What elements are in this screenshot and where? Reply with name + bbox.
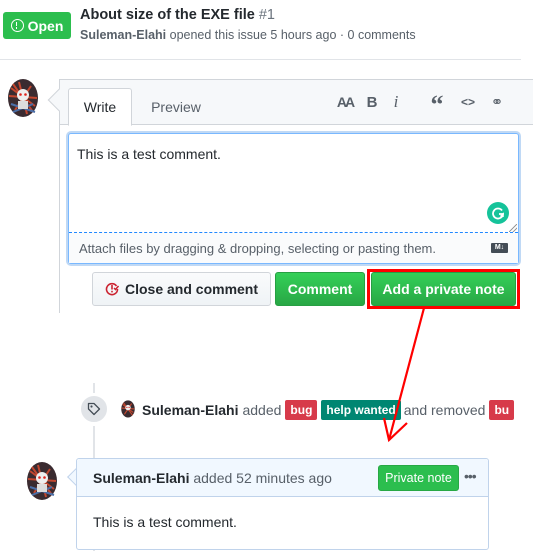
header-divider (0, 59, 521, 60)
annotation-arrow-shaft (387, 307, 426, 441)
private-comment-time[interactable]: added 52 minutes ago (193, 470, 332, 486)
event-badge (79, 394, 109, 424)
event-avatar[interactable] (119, 399, 137, 418)
close-and-comment-button[interactable]: Close and comment (92, 272, 271, 306)
tab-write-label: Write (83, 99, 117, 115)
bold-icon[interactable]: B (364, 93, 380, 111)
text-size-icon[interactable]: AA (335, 93, 355, 111)
comment-textarea[interactable] (69, 134, 518, 232)
comment-editor: Attach files by dragging & dropping, sel… (68, 133, 519, 264)
tab-preview[interactable]: Preview (140, 88, 212, 126)
timeline-line (93, 383, 95, 393)
issue-title: About size of the EXE file #1 (80, 7, 275, 23)
label-event: Suleman-Elahi added bug help wanted and … (142, 400, 515, 420)
issue-closed-icon (105, 282, 119, 296)
label-bug-removed[interactable]: bu (489, 400, 515, 420)
avatar[interactable] (22, 459, 62, 501)
event-action-removed: and removed (403, 402, 486, 418)
issue-title-text: About size of the EXE file (80, 7, 255, 23)
close-and-comment-label: Close and comment (124, 281, 259, 297)
link-icon[interactable]: ⚭ (488, 93, 506, 111)
label-help-wanted[interactable]: help wanted (321, 400, 401, 420)
attach-files-bar[interactable]: Attach files by dragging & dropping, sel… (69, 233, 518, 263)
private-comment-body: This is a test comment. (93, 514, 237, 530)
annotation-highlight-box (367, 269, 520, 309)
private-note-badge: Private note (378, 465, 459, 491)
markdown-icon[interactable]: M↓ (491, 243, 508, 253)
grammarly-icon[interactable] (487, 202, 509, 224)
event-actor-link[interactable]: Suleman-Elahi (142, 402, 238, 418)
avatar[interactable] (3, 76, 43, 118)
private-comment-meta: Suleman-Elahi added 52 minutes ago (93, 470, 332, 486)
issue-opened-icon (10, 19, 24, 32)
comment-button-label: Comment (287, 281, 353, 297)
italic-icon[interactable]: i (389, 92, 403, 111)
issue-state-badge: Open (3, 12, 71, 39)
issue-number: #1 (258, 7, 275, 23)
annotation-arrow-head (382, 417, 408, 443)
tag-icon (87, 402, 101, 416)
attach-files-hint: Attach files by dragging & dropping, sel… (79, 241, 436, 256)
issue-meta: Suleman-Elahi opened this issue 5 hours … (80, 28, 416, 42)
event-action-added: added (242, 402, 282, 418)
quote-icon[interactable]: “ (428, 90, 446, 119)
tab-write[interactable]: Write (68, 88, 132, 126)
private-comment: Suleman-Elahi added 52 minutes ago Priva… (76, 458, 489, 550)
issue-state-label: Open (27, 17, 64, 34)
comment-button[interactable]: Comment (275, 272, 365, 306)
issue-meta-text: opened this issue 5 hours ago · 0 commen… (169, 28, 416, 42)
issue-author-link[interactable]: Suleman-Elahi (80, 28, 166, 42)
resize-handle[interactable] (509, 224, 517, 232)
private-comment-author-link[interactable]: Suleman-Elahi (93, 470, 189, 486)
code-icon[interactable]: <> (458, 93, 478, 111)
tab-preview-label: Preview (151, 99, 201, 115)
more-options-icon[interactable]: ••• (464, 468, 477, 484)
label-bug[interactable]: bug (285, 400, 318, 420)
timeline-line (93, 426, 95, 458)
private-comment-header: Suleman-Elahi added 52 minutes ago Priva… (77, 459, 488, 497)
